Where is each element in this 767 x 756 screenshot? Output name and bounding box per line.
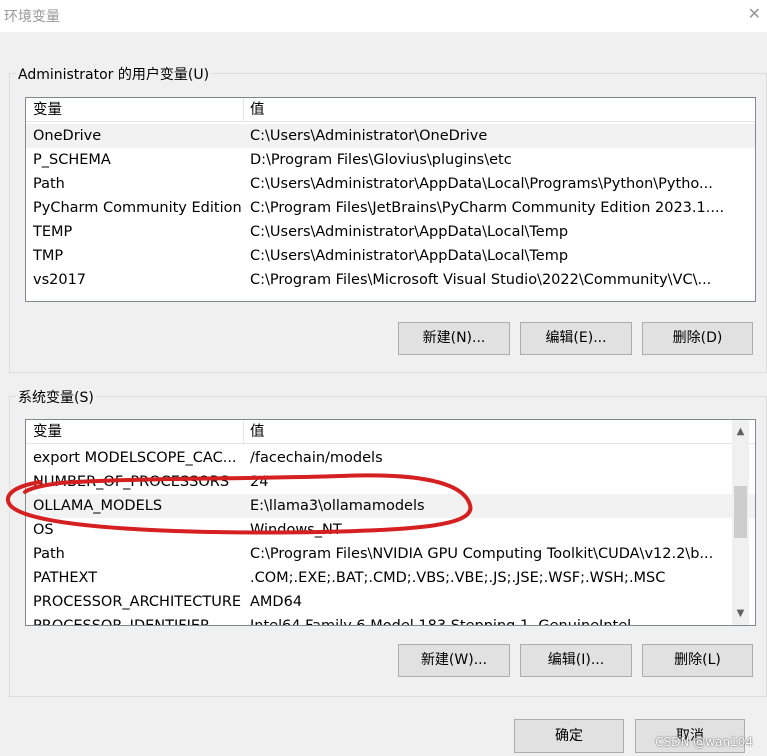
variable-value-cell: C:\Users\Administrator\AppData\Local\Pro… [250,176,713,192]
variable-name-cell: Path [33,546,65,562]
variable-value-cell: Intel64 Family 6 Model 183 Stepping 1, G… [250,618,632,626]
table-row[interactable]: export MODELSCOPE_CAC... /facechain/model… [26,446,755,470]
variable-name-cell: OneDrive [33,128,102,144]
variable-value-cell: D:\Program Files\Glovius\plugins\etc [250,152,512,168]
table-row[interactable]: PyCharm Community Edition C:\Program File… [26,196,755,220]
variable-name-cell: TMP [33,248,64,264]
user-delete-button[interactable]: 删除(D) [642,322,753,355]
title-bar: 环境变量 ✕ [0,0,767,32]
variable-name-cell: PROCESSOR_IDENTIFIER [33,618,211,626]
system-edit-button[interactable]: 编辑(I)... [520,644,632,677]
variable-name-cell: OS [33,522,54,538]
table-row[interactable]: Path C:\Program Files\NVIDIA GPU Computin… [26,542,755,566]
table-row[interactable]: PROCESSOR_ARCHITECTURE AMD64 [26,590,755,614]
table-row[interactable]: OS Windows_NT [26,518,755,542]
variable-value-cell: /facechain/models [250,450,383,466]
column-header-name[interactable]: 变量 [33,420,233,444]
variable-value-cell: Windows_NT [250,522,342,538]
variable-name-cell: PyCharm Community Edition [33,200,242,216]
system-vars-label: 系统变量(S) [16,387,96,407]
variable-name-cell: PROCESSOR_ARCHITECTURE [33,594,242,610]
variable-value-cell: C:\Program Files\NVIDIA GPU Computing To… [250,546,714,562]
variable-value-cell: E:\llama3\ollamamodels [250,498,425,514]
table-row[interactable]: OLLAMA_MODELS E:\llama3\ollamamodels [26,494,755,518]
column-divider[interactable] [243,420,244,444]
variable-name-cell: Path [33,176,65,192]
table-row[interactable]: PATHEXT .COM;.EXE;.BAT;.CMD;.VBS;.VBE;.JS… [26,566,755,590]
variable-name-cell: P_SCHEMA [33,152,111,168]
column-divider[interactable] [243,98,244,122]
user-vars-label: Administrator 的用户变量(U) [16,64,212,84]
column-header-value[interactable]: 值 [250,98,450,122]
list-header: 变量 值 [26,420,755,444]
table-row[interactable]: Path C:\Users\Administrator\AppData\Local… [26,172,755,196]
vertical-scrollbar[interactable]: ▲ ▼ [732,420,749,625]
variable-name-cell: NUMBER_OF_PROCESSORS [33,474,230,490]
table-row[interactable]: TMP C:\Users\Administrator\AppData\Local\… [26,244,755,268]
table-row[interactable]: NUMBER_OF_PROCESSORS 24 [26,470,755,494]
variable-value-cell: C:\Program Files\Microsoft Visual Studio… [250,272,712,288]
variable-value-cell: AMD64 [250,594,303,610]
user-new-button[interactable]: 新建(N)... [398,322,510,355]
table-row[interactable]: PROCESSOR_IDENTIFIER Intel64 Family 6 Mod… [26,614,755,626]
variable-name-cell: export MODELSCOPE_CAC... [33,450,237,466]
variable-name-cell: PATHEXT [33,570,98,586]
user-vars-list[interactable]: 变量 值 OneDrive C:\Users\Administrator\OneD… [25,97,756,302]
table-row[interactable]: OneDrive C:\Users\Administrator\OneDrive [26,124,755,148]
scroll-thumb[interactable] [734,486,747,538]
table-row[interactable]: P_SCHEMA D:\Program Files\Glovius\plugins… [26,148,755,172]
system-vars-list[interactable]: 变量 值 export MODELSCOPE_CAC... /facechain/… [25,419,756,626]
variable-name-cell: vs2017 [33,272,87,288]
scroll-down-icon[interactable]: ▼ [732,605,749,622]
system-new-button[interactable]: 新建(W)... [398,644,510,677]
column-header-value[interactable]: 值 [250,420,450,444]
column-header-name[interactable]: 变量 [33,98,233,122]
variable-name-cell: OLLAMA_MODELS [33,498,163,514]
user-edit-button[interactable]: 编辑(E)... [520,322,632,355]
list-header: 变量 值 [26,98,755,122]
watermark: CSDN @wan104 [655,735,753,749]
system-delete-button[interactable]: 删除(L) [642,644,753,677]
variable-name-cell: TEMP [33,224,73,240]
variable-value-cell: C:\Users\Administrator\OneDrive [250,128,488,144]
table-row[interactable]: TEMP C:\Users\Administrator\AppData\Local… [26,220,755,244]
ok-button[interactable]: 确定 [514,719,624,753]
variable-value-cell: C:\Users\Administrator\AppData\Local\Tem… [250,224,569,240]
window-title: 环境变量 [4,9,60,25]
variable-value-cell: C:\Program Files\JetBrains\PyCharm Commu… [250,200,725,216]
variable-value-cell: .COM;.EXE;.BAT;.CMD;.VBS;.VBE;.JS;.JSE;.… [250,570,666,586]
scroll-up-icon[interactable]: ▲ [732,423,749,440]
variable-value-cell: C:\Users\Administrator\AppData\Local\Tem… [250,248,569,264]
table-row[interactable]: vs2017 C:\Program Files\Microsoft Visual … [26,268,755,292]
close-icon[interactable]: ✕ [748,4,761,23]
variable-value-cell: 24 [250,474,269,490]
